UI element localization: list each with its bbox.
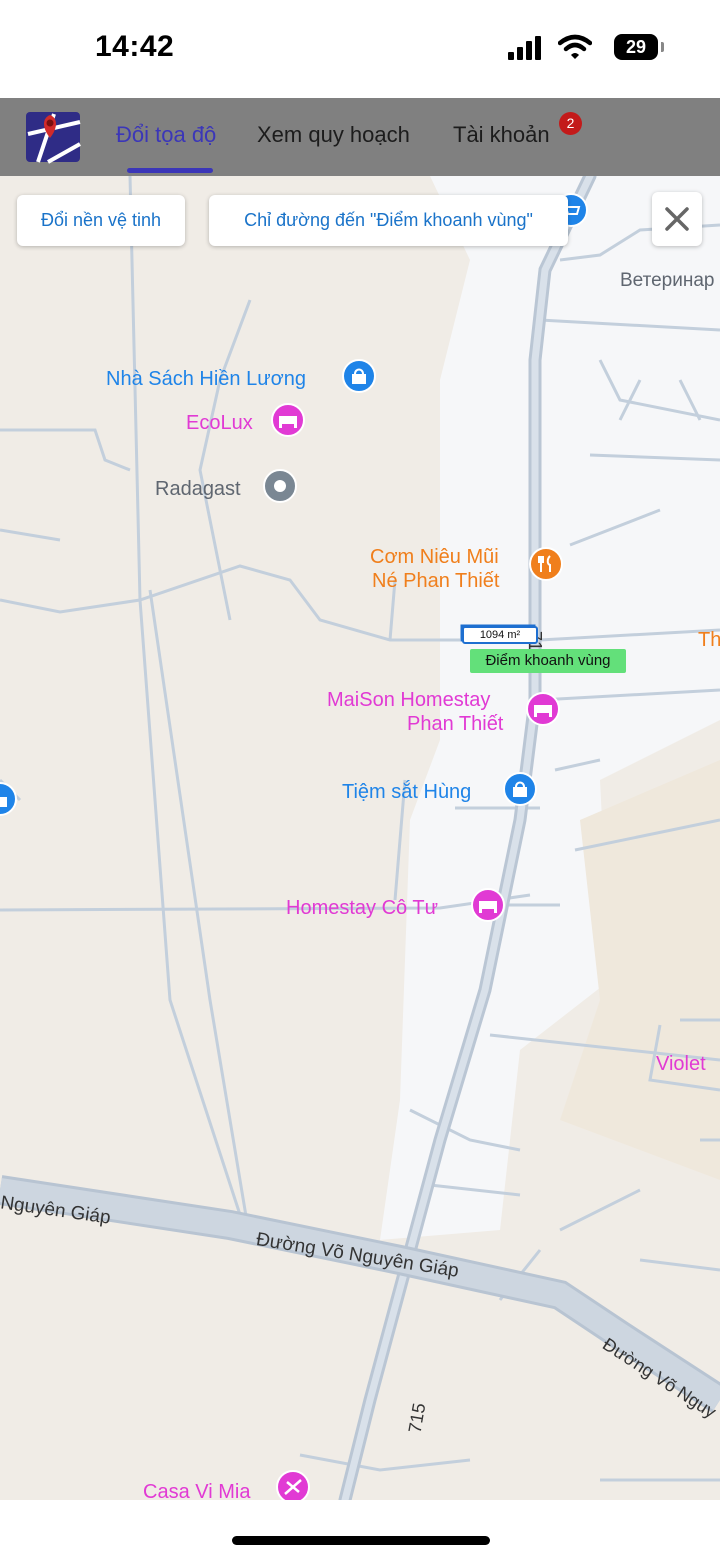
poi-label-veterina: Ветеринар: [620, 270, 715, 291]
place-dot-icon[interactable]: [262, 469, 298, 505]
poi-label-com-nieu-2: Né Phan Thiết: [372, 570, 500, 592]
restaurant-icon[interactable]: [528, 547, 564, 583]
hotel-bed-icon[interactable]: [525, 692, 561, 728]
bottom-bar: [0, 1500, 720, 1559]
poi-label-maison-1: MaiSon Homestay: [327, 689, 491, 711]
tab-tai-khoan[interactable]: Tài khoản: [453, 122, 550, 148]
notification-badge: 2: [559, 112, 582, 135]
poi-label-homestay-co-tu: Homestay Cô Tư: [286, 897, 438, 919]
home-indicator[interactable]: [232, 1536, 490, 1545]
poi-label-ecolux: EcoLux: [186, 412, 253, 434]
signal-icon: [508, 36, 541, 60]
parcel-area-tag[interactable]: 1094 m²: [462, 626, 538, 644]
status-icons: 29: [508, 34, 664, 62]
battery-tip: [661, 42, 664, 52]
poi-label-th: Th: [698, 629, 720, 651]
poi-label-violet: Violet: [656, 1053, 706, 1075]
shopping-bag-icon[interactable]: [0, 782, 18, 818]
poi-label-casa-vi-mia: Casa Vi Mia: [143, 1481, 251, 1500]
poi-label-radagast: Radagast: [155, 478, 241, 500]
battery-icon: 29: [614, 34, 658, 60]
top-nav: Đổi tọa độ Xem quy hoạch Tài khoản 2: [0, 98, 720, 176]
close-button[interactable]: [652, 192, 702, 246]
beauty-salon-icon[interactable]: [275, 1470, 311, 1500]
poi-label-com-nieu-1: Cơm Niêu Mũi: [370, 546, 499, 568]
app-logo-icon[interactable]: [24, 104, 84, 166]
status-time: 14:42: [95, 30, 175, 63]
zone-label[interactable]: Điểm khoanh vùng: [470, 649, 626, 673]
poi-label-tiem-sat: Tiệm sắt Hùng: [342, 781, 472, 803]
hotel-bed-icon[interactable]: [470, 888, 506, 924]
road-number-715-south: 715: [404, 1401, 430, 1435]
tab-doi-toa-do[interactable]: Đổi tọa độ: [116, 122, 216, 148]
close-icon: [665, 207, 689, 231]
shopping-bag-icon[interactable]: [502, 772, 538, 808]
directions-button[interactable]: Chỉ đường đến "Điểm khoanh vùng": [209, 195, 568, 246]
map-canvas[interactable]: 715 715 Nguyên Giáp Đường Võ Nguyên Giáp…: [0, 176, 720, 1500]
wifi-icon: [558, 34, 592, 59]
satellite-toggle-button[interactable]: Đổi nền vệ tinh: [17, 195, 185, 246]
poi-label-maison-2: Phan Thiết: [407, 713, 504, 735]
shopping-bag-icon[interactable]: [341, 359, 377, 395]
active-tab-indicator: [127, 168, 213, 173]
status-bar: 14:42 29: [0, 0, 720, 98]
hotel-bed-icon[interactable]: [270, 403, 306, 439]
poi-label-nha-sach: Nhà Sách Hiền Lương: [106, 368, 306, 390]
tab-xem-quy-hoach[interactable]: Xem quy hoạch: [257, 122, 410, 148]
